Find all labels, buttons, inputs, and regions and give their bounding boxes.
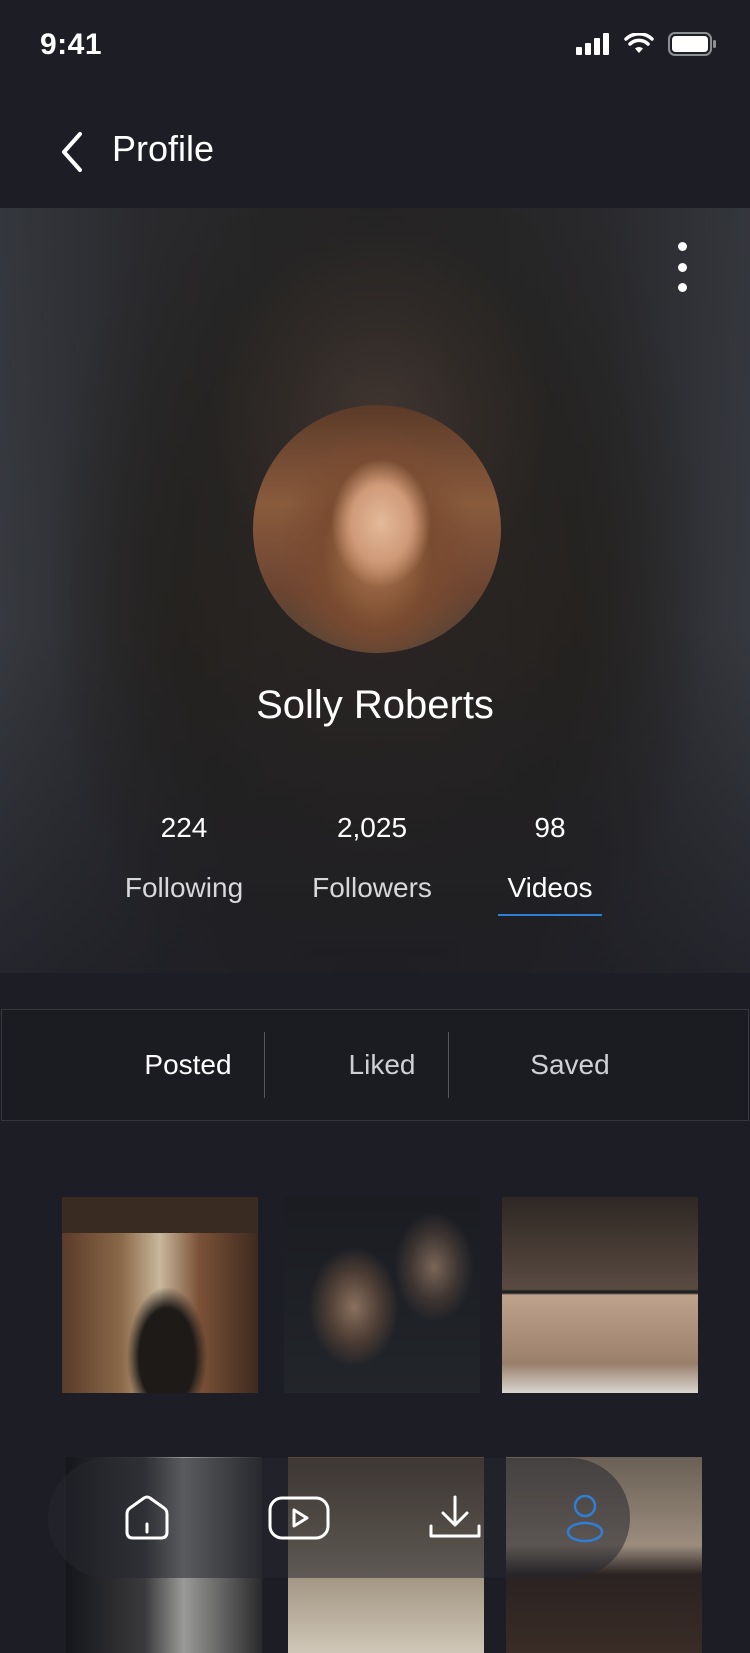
- stat-label: Following: [124, 872, 244, 903]
- stat-following[interactable]: 224 Following: [118, 808, 250, 914]
- more-dot-icon: [677, 283, 687, 292]
- video-thumbnail[interactable]: [502, 1197, 698, 1393]
- download-button[interactable]: [422, 1488, 488, 1548]
- avatar[interactable]: [253, 405, 501, 653]
- tab-divider: [448, 1032, 449, 1098]
- page-title: Profile: [112, 128, 215, 169]
- tab-posted[interactable]: Posted: [122, 1010, 254, 1120]
- stat-value: 224: [160, 812, 208, 843]
- bottom-tab-bar: [48, 1458, 630, 1578]
- more-options-button[interactable]: [672, 242, 692, 292]
- stat-label: Followers: [312, 872, 432, 903]
- tab-liked[interactable]: Liked: [316, 1010, 448, 1120]
- stat-videos[interactable]: 98 Videos: [498, 808, 602, 916]
- chevron-left-icon: [62, 132, 82, 172]
- video-icon: [268, 1496, 330, 1540]
- stat-value: 2,025: [336, 812, 408, 843]
- more-dot-icon: [677, 242, 687, 251]
- home-button[interactable]: [114, 1488, 180, 1548]
- stat-value: 98: [534, 812, 566, 843]
- profile-button[interactable]: [552, 1488, 618, 1548]
- status-icons: [576, 32, 716, 56]
- content-tabs: Posted Liked Saved: [1, 1009, 749, 1121]
- profile-icon: [566, 1494, 604, 1543]
- wifi-icon: [624, 33, 654, 53]
- tab-saved[interactable]: Saved: [504, 1010, 636, 1120]
- signal-icon: [576, 33, 609, 55]
- home-icon: [125, 1495, 169, 1540]
- status-bar: 9:41: [0, 0, 750, 90]
- video-thumbnail[interactable]: [62, 1197, 258, 1393]
- stat-followers[interactable]: 2,025 Followers: [306, 808, 438, 914]
- download-icon: [429, 1495, 481, 1538]
- status-time: 9:41: [40, 28, 103, 61]
- video-thumbnail[interactable]: [284, 1197, 480, 1393]
- stat-label: Videos: [498, 872, 602, 916]
- battery-icon: [668, 32, 716, 56]
- more-dot-icon: [677, 262, 687, 272]
- videos-button[interactable]: [264, 1488, 334, 1548]
- profile-stats: 224 Following 2,025 Followers 98 Videos: [0, 808, 750, 938]
- tab-divider: [264, 1032, 265, 1098]
- back-button[interactable]: [52, 128, 92, 176]
- navigation-bar: Profile: [0, 100, 750, 210]
- profile-cover-image: Solly Roberts 224 Following 2,025 Follow…: [0, 208, 750, 973]
- profile-name: Solly Roberts: [256, 683, 494, 727]
